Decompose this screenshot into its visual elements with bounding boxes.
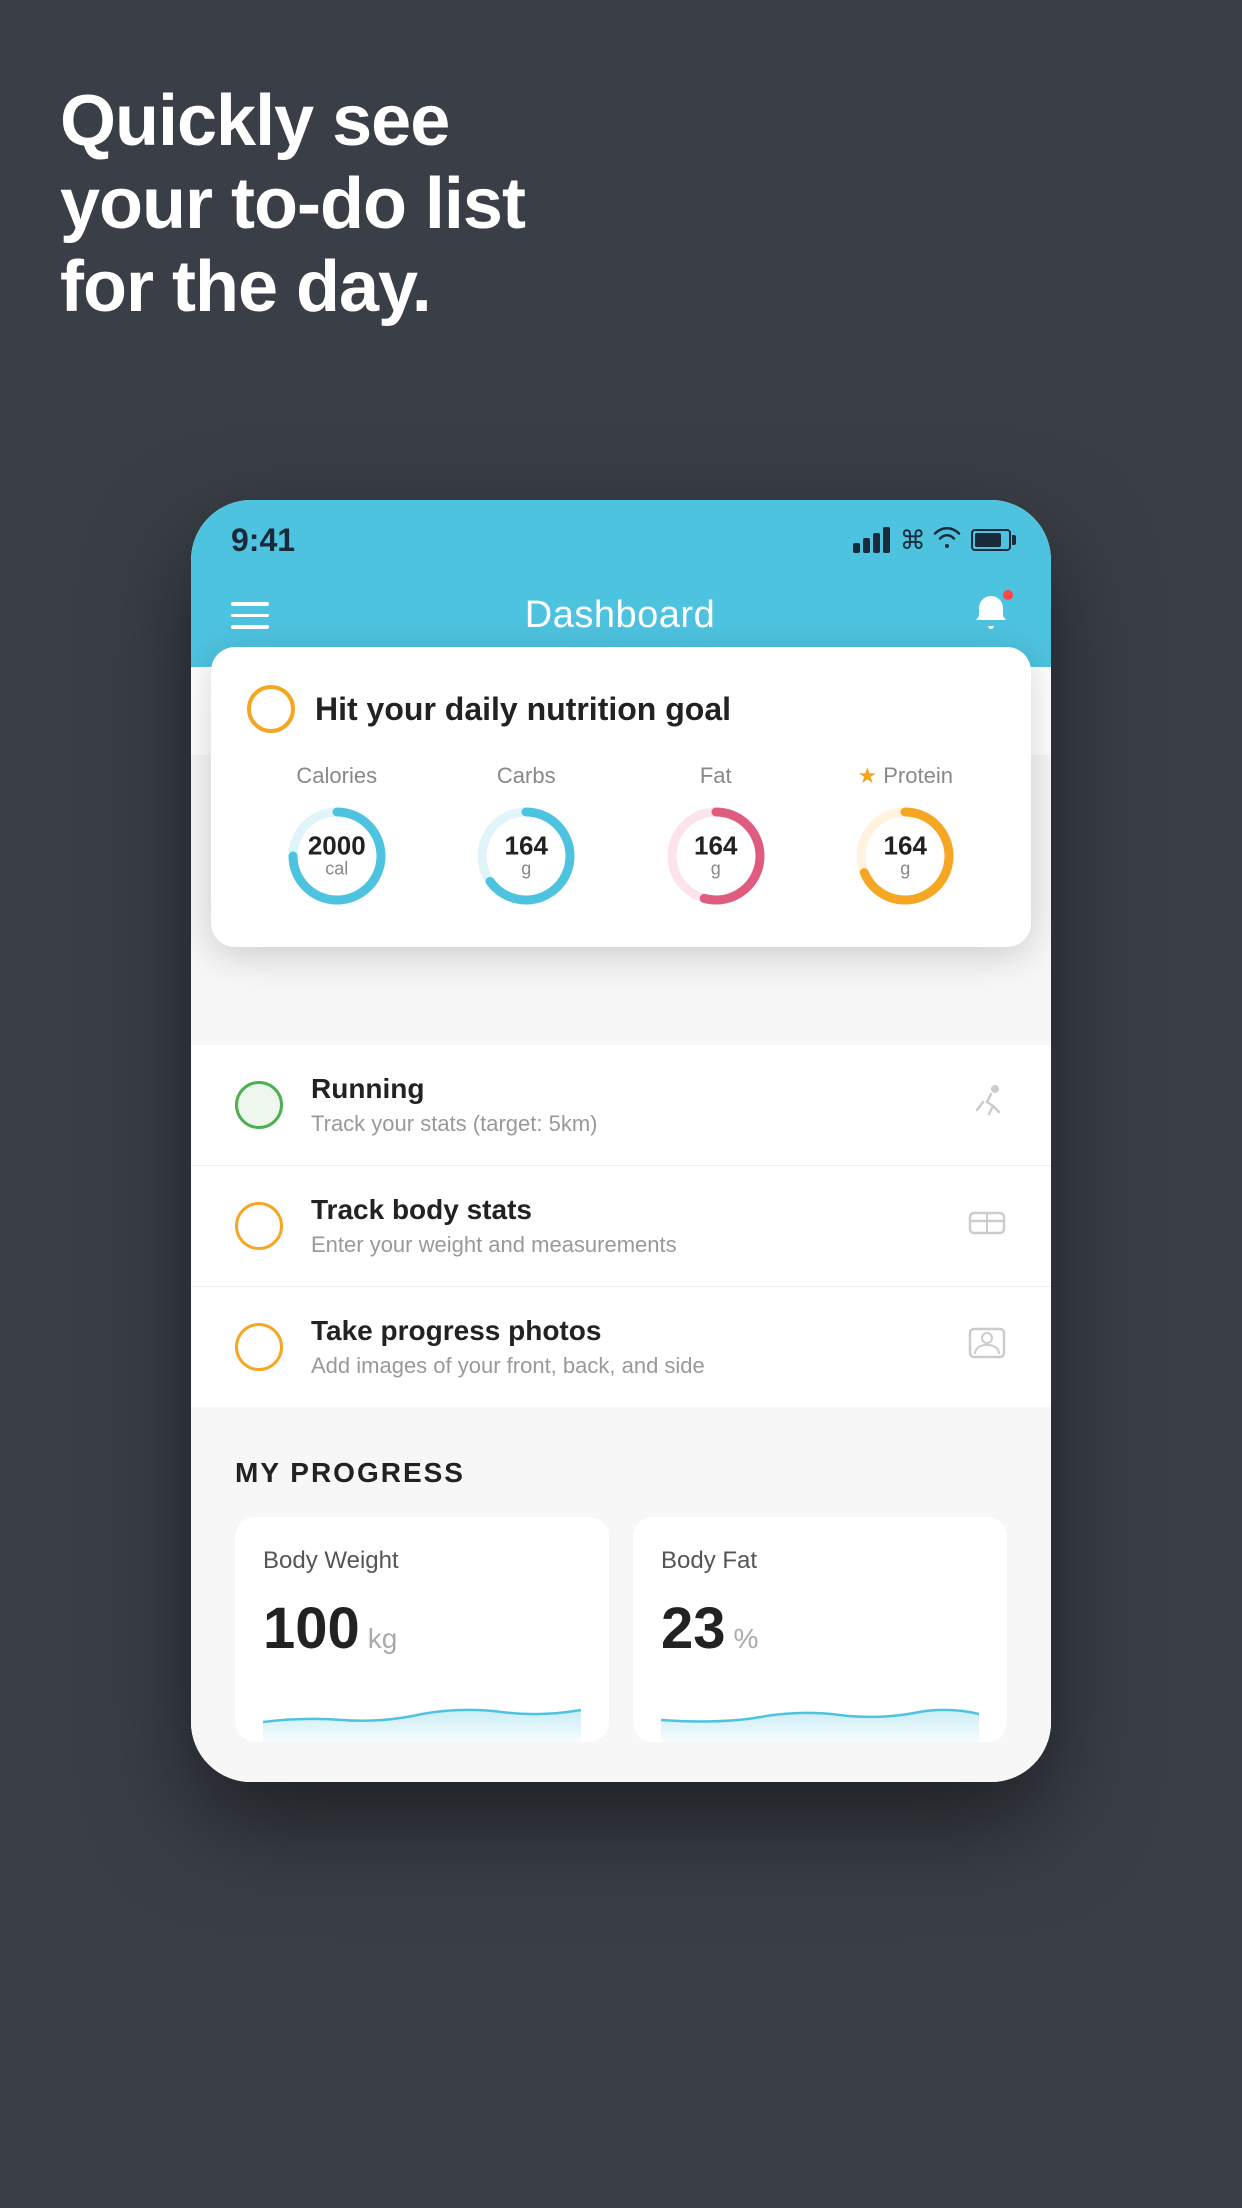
nutrition-card: Hit your daily nutrition goal Calories xyxy=(211,647,1031,947)
fat-value: 164 xyxy=(694,833,737,859)
battery-icon xyxy=(971,529,1011,551)
todo-text-progress-photos: Take progress photos Add images of your … xyxy=(311,1315,939,1379)
todo-subtitle-progress-photos: Add images of your front, back, and side xyxy=(311,1353,939,1379)
body-fat-value-wrapper: 23 % xyxy=(661,1595,979,1662)
body-weight-card: Body Weight 100 kg xyxy=(235,1517,609,1742)
todo-circle-body-stats xyxy=(235,1202,283,1250)
hero-heading: Quickly see your to-do list for the day. xyxy=(60,80,525,328)
body-fat-title: Body Fat xyxy=(661,1547,979,1575)
fat-ring: 164 g xyxy=(661,801,771,911)
nutrition-title: Hit your daily nutrition goal xyxy=(315,691,731,728)
body-fat-unit: % xyxy=(734,1623,759,1655)
macro-calories: Calories 2000 cal xyxy=(282,763,392,911)
phone-content: THINGS TO DO TODAY Hit your daily nutrit… xyxy=(191,667,1051,1782)
protein-unit: g xyxy=(884,859,927,880)
progress-section-title: MY PROGRESS xyxy=(235,1457,1007,1489)
todo-title-progress-photos: Take progress photos xyxy=(311,1315,939,1347)
todo-subtitle-body-stats: Enter your weight and measurements xyxy=(311,1232,939,1258)
todo-item-running[interactable]: Running Track your stats (target: 5km) xyxy=(191,1045,1051,1166)
protein-ring: 164 g xyxy=(850,801,960,911)
calories-value: 2000 xyxy=(308,833,366,859)
todo-title-running: Running xyxy=(311,1073,939,1105)
status-icons: ⌘ xyxy=(853,525,1011,556)
macro-protein: ★ Protein 164 g xyxy=(850,763,960,911)
nutrition-macros: Calories 2000 cal xyxy=(247,763,995,911)
star-icon: ★ xyxy=(858,763,878,789)
protein-label: ★ Protein xyxy=(858,763,953,789)
calories-unit: cal xyxy=(308,859,366,880)
todo-circle-progress-photos xyxy=(235,1323,283,1371)
macro-fat: Fat 164 g xyxy=(661,763,771,911)
todo-text-body-stats: Track body stats Enter your weight and m… xyxy=(311,1194,939,1258)
calories-ring: 2000 cal xyxy=(282,801,392,911)
todo-circle-running xyxy=(235,1081,283,1129)
body-fat-card: Body Fat 23 % xyxy=(633,1517,1007,1742)
fat-unit: g xyxy=(694,859,737,880)
body-weight-number: 100 xyxy=(263,1595,360,1662)
notification-bell[interactable] xyxy=(971,592,1011,639)
body-weight-value-wrapper: 100 kg xyxy=(263,1595,581,1662)
status-time: 9:41 xyxy=(231,522,295,559)
progress-cards: Body Weight 100 kg xyxy=(235,1517,1007,1742)
todo-title-body-stats: Track body stats xyxy=(311,1194,939,1226)
notification-dot xyxy=(1001,588,1015,602)
calories-label: Calories xyxy=(296,763,377,789)
todo-text-running: Running Track your stats (target: 5km) xyxy=(311,1073,939,1137)
progress-section: MY PROGRESS Body Weight 100 kg xyxy=(191,1407,1051,1782)
todo-item-body-stats[interactable]: Track body stats Enter your weight and m… xyxy=(191,1166,1051,1287)
body-weight-unit: kg xyxy=(368,1623,398,1655)
task-circle-nutrition xyxy=(247,685,295,733)
carbs-ring: 164 g xyxy=(471,801,581,911)
body-weight-chart xyxy=(263,1682,581,1742)
todo-item-progress-photos[interactable]: Take progress photos Add images of your … xyxy=(191,1287,1051,1407)
signal-icon xyxy=(853,527,890,553)
carbs-label: Carbs xyxy=(497,763,556,789)
running-icon xyxy=(967,1084,1007,1127)
scale-icon xyxy=(967,1205,1007,1248)
carbs-unit: g xyxy=(505,859,548,880)
wifi-icon: ⌘ xyxy=(900,525,961,556)
hamburger-menu[interactable] xyxy=(231,602,269,629)
nav-title: Dashboard xyxy=(525,594,715,637)
body-weight-title: Body Weight xyxy=(263,1547,581,1575)
phone-mockup: 9:41 ⌘ xyxy=(191,500,1051,1782)
status-bar: 9:41 ⌘ xyxy=(191,500,1051,572)
macro-carbs: Carbs 164 g xyxy=(471,763,581,911)
nutrition-card-header: Hit your daily nutrition goal xyxy=(247,685,995,733)
fat-label: Fat xyxy=(700,763,732,789)
body-fat-chart xyxy=(661,1682,979,1742)
person-icon xyxy=(967,1326,1007,1369)
phone-frame: 9:41 ⌘ xyxy=(191,500,1051,1782)
body-fat-number: 23 xyxy=(661,1595,726,1662)
todo-list: Running Track your stats (target: 5km) xyxy=(191,1045,1051,1407)
protein-value: 164 xyxy=(884,833,927,859)
carbs-value: 164 xyxy=(505,833,548,859)
todo-subtitle-running: Track your stats (target: 5km) xyxy=(311,1111,939,1137)
